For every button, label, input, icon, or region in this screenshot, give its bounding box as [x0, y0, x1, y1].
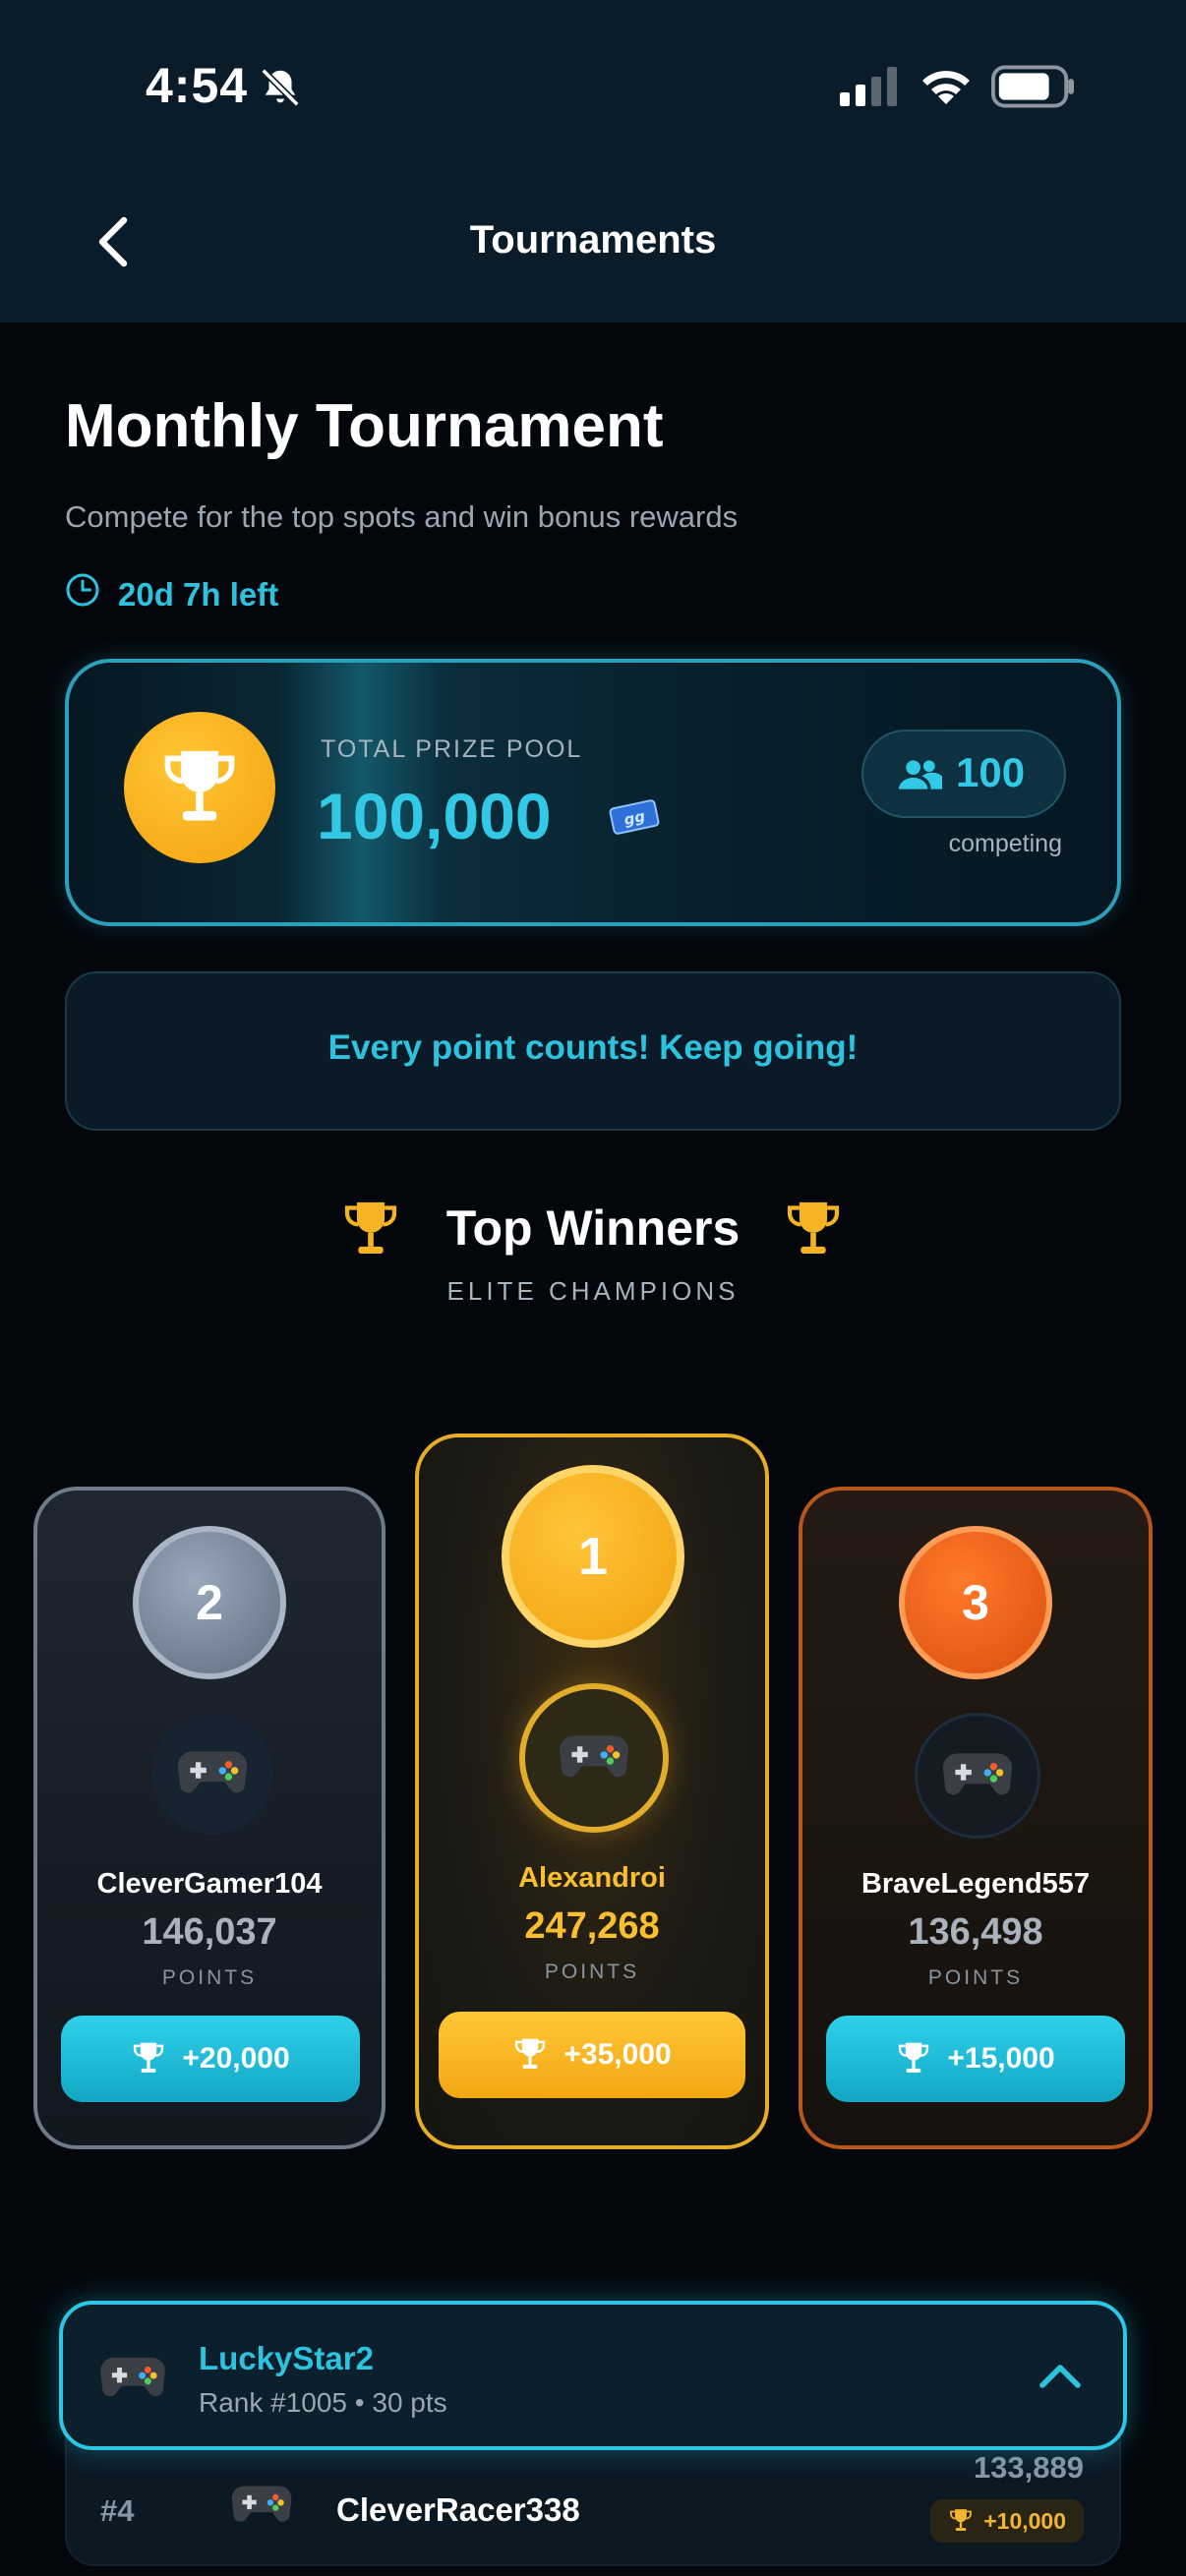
current-user-rank: Rank #1005 • 30 pts [199, 2387, 447, 2418]
header-area: 4:54 Tournaments [0, 0, 1186, 322]
cellular-signal-icon [840, 67, 897, 106]
row-name: CleverRacer338 [336, 2491, 580, 2528]
player-name: Alexandroi [518, 1862, 666, 1894]
competing-count: 100 [956, 749, 1026, 795]
trophy-icon [134, 2042, 164, 2073]
prize-pool-label: TOTAL PRIZE POOL [321, 735, 583, 763]
avatar [915, 1713, 1040, 1839]
points-label: POINTS [161, 1966, 258, 1989]
points-label: POINTS [544, 1961, 640, 1983]
player-points: 247,268 [524, 1905, 660, 1947]
prize-trophy-badge [124, 712, 275, 863]
current-user-card[interactable]: LuckyStar2 Rank #1005 • 30 pts [59, 2301, 1127, 2450]
points-label: POINTS [927, 1966, 1024, 1989]
podium-card-third[interactable]: 3 BraveLegend557 136,498 POINTS +15,000 [799, 1487, 1153, 2149]
rank-medal: 3 [899, 1526, 1052, 1679]
player-points: 146,037 [142, 1911, 277, 1953]
reward-button[interactable]: +20,000 [61, 2016, 360, 2102]
tournament-title: Monthly Tournament [65, 392, 664, 460]
trophy-icon [899, 2042, 929, 2073]
current-user-name: LuckyStar2 [199, 2340, 374, 2376]
reward-button[interactable]: +15,000 [826, 2016, 1125, 2102]
time-left: 20d 7h left [118, 576, 279, 613]
reward-amount: +15,000 [947, 2042, 1055, 2075]
gamepad-icon [559, 1735, 629, 1778]
top-winners-title: Top Winners [445, 1200, 741, 1256]
gamepad-icon [942, 1753, 1013, 1795]
chevron-up-icon[interactable] [1037, 2356, 1084, 2395]
trophy-icon [515, 2038, 546, 2069]
bell-off-icon [261, 68, 300, 107]
row-reward-badge: +10,000 [930, 2499, 1084, 2543]
battery-icon [991, 65, 1075, 108]
tournament-subtitle: Compete for the top spots and win bonus … [65, 499, 739, 534]
gamepad-icon [100, 2357, 165, 2397]
top-winners-subtitle: ELITE CHAMPIONS [446, 1276, 740, 1306]
trophy-icon [164, 750, 235, 821]
reward-amount: +20,000 [182, 2042, 290, 2075]
trophy-icon [950, 2509, 973, 2532]
player-name: CleverGamer104 [96, 1868, 323, 1900]
trophy-icon [787, 1201, 840, 1254]
podium-card-first[interactable]: 1 Alexandroi 247,268 POINTS +35,000 [415, 1434, 769, 2149]
player-name: BraveLegend557 [860, 1868, 1091, 1900]
rank-medal: 1 [502, 1465, 684, 1648]
status-time: 4:54 [146, 58, 249, 113]
prize-pool-card: TOTAL PRIZE POOL 100,000 gg 100 competin… [65, 659, 1121, 926]
reward-button[interactable]: +35,000 [439, 2012, 745, 2098]
row-points: 133,889 [973, 2450, 1084, 2485]
competing-count-pill: 100 [861, 730, 1066, 818]
wifi-icon [922, 71, 970, 104]
nav-title: Tournaments [469, 218, 717, 262]
row-rank: #4 [100, 2493, 135, 2528]
row-reward-amount: +10,000 [983, 2507, 1066, 2534]
prize-pool-value: 100,000 [317, 780, 552, 852]
rank-medal: 2 [133, 1526, 286, 1679]
podium-card-second[interactable]: 2 CleverGamer104 146,037 POINTS +20,000 [33, 1487, 385, 2149]
gamepad-icon [177, 1751, 248, 1793]
motivation-banner: Every point counts! Keep going! [65, 971, 1121, 1131]
gamepad-icon [231, 2486, 292, 2522]
competing-label: competing [948, 830, 1062, 857]
player-points: 136,498 [908, 1911, 1043, 1953]
avatar [151, 1713, 273, 1835]
motivation-text: Every point counts! Keep going! [327, 1028, 859, 1067]
reward-amount: +35,000 [563, 2038, 672, 2071]
gg-token-icon: gg [609, 799, 660, 835]
clock-icon [66, 573, 99, 607]
people-icon [899, 760, 942, 790]
avatar [519, 1683, 669, 1833]
